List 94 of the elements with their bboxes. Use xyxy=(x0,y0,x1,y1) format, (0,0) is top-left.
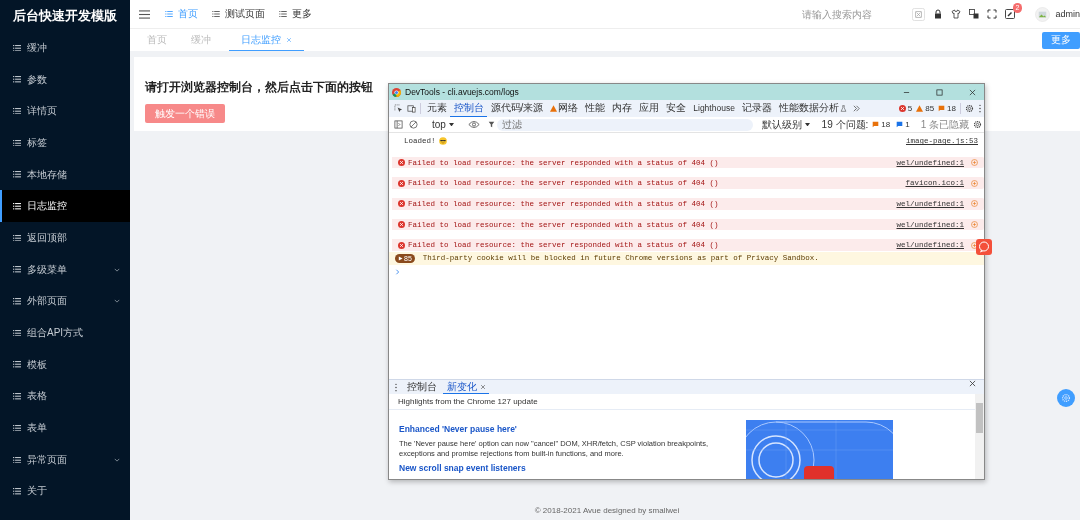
caret-icon xyxy=(804,122,810,127)
sidebar-item[interactable]: 标签 xyxy=(0,127,130,159)
eye-icon[interactable] xyxy=(467,120,480,129)
chat-bubble-icon[interactable] xyxy=(976,239,992,255)
list-icon xyxy=(13,171,21,178)
panel-tab[interactable]: 记录器 xyxy=(738,100,776,117)
list-icon xyxy=(13,107,21,115)
list-icon xyxy=(13,44,21,52)
panel-tab[interactable]: 安全 xyxy=(662,100,690,117)
issues-label: 19 个问题: xyxy=(821,117,869,132)
window-title: DevTools - cli.avuejs.com/logs xyxy=(405,87,519,97)
sidebar-item[interactable]: 日志监控 xyxy=(0,190,130,223)
error-icon xyxy=(398,241,405,249)
list-icon xyxy=(279,11,287,17)
list-icon xyxy=(13,393,21,400)
article-title[interactable]: Enhanced 'Never pause here' xyxy=(399,424,734,434)
issue-info-count[interactable]: 1 xyxy=(896,120,910,129)
sidebar-item[interactable]: 模板 xyxy=(0,348,130,381)
maximize-icon[interactable] xyxy=(936,88,943,96)
sidebar-item[interactable]: 参数 xyxy=(0,63,130,96)
list-icon xyxy=(13,234,21,242)
panel-tab[interactable]: 内存 xyxy=(608,100,636,117)
panel-tab[interactable]: 控制台 xyxy=(450,100,487,117)
issue-count[interactable]: 18 xyxy=(938,104,956,113)
list-icon xyxy=(13,76,21,83)
device-icon[interactable] xyxy=(407,104,416,113)
drawer-tab[interactable]: 新变化 xyxy=(443,380,489,394)
close-box-icon[interactable] xyxy=(912,7,926,21)
panel-tab[interactable]: 应用 xyxy=(635,100,663,117)
app-logo-title: 后台快速开发模版 xyxy=(12,7,118,25)
sidebar-item[interactable]: 表单 xyxy=(0,412,130,444)
menu-icon[interactable] xyxy=(139,9,150,19)
sidebar-toggle-icon[interactable] xyxy=(394,120,403,129)
log-level-dropdown[interactable]: 默认级别 xyxy=(758,117,813,132)
panel-tab[interactable]: 元素 xyxy=(423,100,450,117)
shirt-icon[interactable] xyxy=(951,9,962,19)
scrollbar[interactable] xyxy=(975,394,984,479)
panel-tab[interactable]: 性能 xyxy=(581,100,609,117)
fullscreen-icon[interactable] xyxy=(987,9,998,19)
list-icon xyxy=(13,456,21,464)
sidebar-item[interactable]: 返回顶部 xyxy=(0,222,130,254)
lock-icon[interactable] xyxy=(933,9,944,19)
filter-icon xyxy=(487,121,495,128)
close-icon[interactable] xyxy=(969,88,976,96)
list-icon xyxy=(165,11,173,17)
list-icon xyxy=(13,203,21,210)
article-title[interactable]: New scroll snap event listeners xyxy=(399,463,734,473)
panel-tab[interactable]: 性能数据分析 xyxy=(775,100,851,117)
list-icon xyxy=(13,361,21,368)
sunglasses-face-icon xyxy=(438,137,447,146)
more-panels-icon[interactable] xyxy=(852,104,862,113)
panel-tab[interactable]: Lighthouse xyxy=(689,100,739,117)
nav-item[interactable]: 测试页面 xyxy=(212,7,265,21)
list-icon xyxy=(13,266,21,273)
page-heading: 请打开浏览器控制台，然后点击下面的按钮 xyxy=(145,79,373,96)
error-icon xyxy=(398,179,405,187)
list-icon xyxy=(212,11,220,17)
sidebar-item[interactable]: 详情页 xyxy=(0,95,130,128)
panel-tab[interactable]: 源代码/来源 xyxy=(487,100,547,117)
caret-icon xyxy=(448,122,454,127)
panel-tab[interactable]: 网络 xyxy=(546,100,582,117)
prompt-chevron-icon[interactable] xyxy=(395,268,400,275)
context-dropdown[interactable]: top xyxy=(429,119,457,130)
footer-text: © 2018-2021 Avue designed by smallwei xyxy=(533,506,681,517)
warning-icon xyxy=(550,104,558,112)
list-icon xyxy=(13,298,21,305)
sidebar-item[interactable]: 多级菜单 xyxy=(0,253,130,286)
clear-icon[interactable] xyxy=(409,120,418,129)
avatar-icon[interactable] xyxy=(1035,6,1051,22)
sidebar-item[interactable]: 外部页面 xyxy=(0,285,130,318)
warning-count[interactable]: 85 xyxy=(916,104,935,113)
list-icon xyxy=(13,329,21,337)
close-icon[interactable] xyxy=(969,380,976,387)
filter-field[interactable]: 过滤 xyxy=(496,118,753,131)
issue-error-count[interactable]: 18 xyxy=(872,120,891,129)
flask-icon xyxy=(839,104,847,112)
sidebar-item[interactable]: 异常页面 xyxy=(0,443,130,476)
inspect-icon[interactable] xyxy=(394,104,403,113)
list-icon xyxy=(13,139,21,147)
drawer-subtitle: Highlights from the Chrome 127 update xyxy=(389,394,975,410)
sidebar-item[interactable]: 组合API方式 xyxy=(0,317,130,349)
sidebar-item[interactable]: 表格 xyxy=(0,380,130,413)
close-icon[interactable] xyxy=(479,383,486,390)
hidden-count: 1 条已隐藏 xyxy=(920,117,969,132)
list-icon xyxy=(13,424,21,432)
user-name[interactable]: admin xyxy=(1055,9,1080,19)
sidebar-item[interactable]: 缓冲 xyxy=(0,32,130,64)
nav-item[interactable]: 更多 xyxy=(279,7,312,21)
sidebar-item[interactable]: 关于 xyxy=(0,475,130,508)
list-icon xyxy=(13,488,21,495)
chrome-icon xyxy=(392,87,401,97)
drawer-tab[interactable]: 控制台 xyxy=(403,380,440,394)
error-count[interactable]: 5 xyxy=(898,104,913,113)
sidebar-item[interactable]: 本地存储 xyxy=(0,158,130,191)
